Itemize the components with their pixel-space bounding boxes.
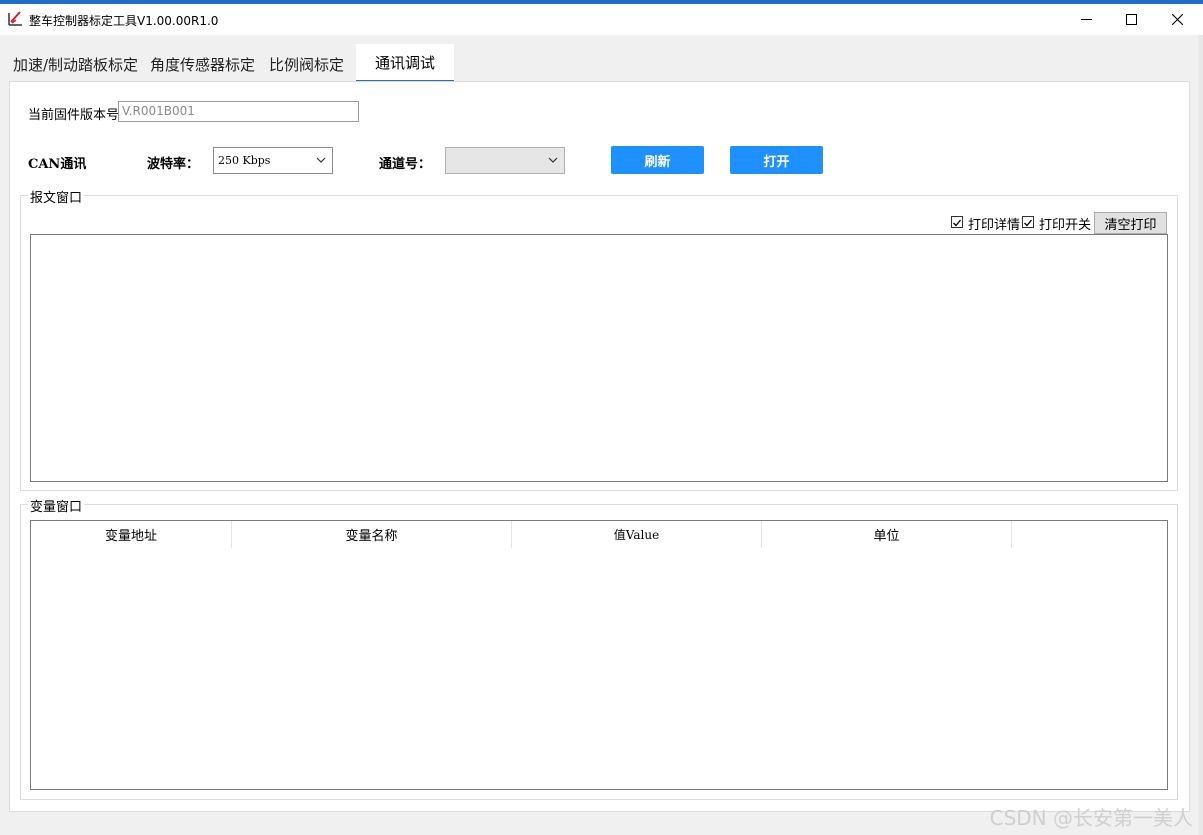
channel-label: 通道号： (379, 157, 432, 172)
close-button[interactable] (1154, 4, 1200, 35)
column-header-unit[interactable]: 单位 (762, 521, 1012, 548)
print-switch-label: 打印开关 (1039, 218, 1092, 233)
open-button[interactable]: 打开 (730, 146, 823, 174)
clear-print-button[interactable]: 清空打印 (1094, 212, 1167, 234)
baud-rate-select[interactable]: 250 Kbps (213, 147, 333, 174)
chevron-down-icon (316, 157, 326, 163)
tab-bar: 加速/制动踏板标定 角度传感器标定 比例阀标定 通讯调试 (0, 35, 1203, 82)
tab-proportional-valve-calibration[interactable]: 比例阀标定 (269, 54, 344, 75)
tab-pedal-calibration[interactable]: 加速/制动踏板标定 (13, 54, 138, 75)
tab-communication-debug[interactable]: 通讯调试 (356, 44, 454, 82)
title-bar: 整车控制器标定工具V1.00.00R1.0 (0, 4, 1203, 35)
column-header-variable-name[interactable]: 变量名称 (232, 521, 512, 548)
baud-rate-value: 250 Kbps (218, 154, 271, 167)
firmware-version-label: 当前固件版本号 (28, 108, 120, 123)
print-detail-checkbox[interactable] (951, 216, 963, 228)
checkmark-icon (953, 219, 962, 227)
column-header-variable-address[interactable]: 变量地址 (31, 521, 232, 548)
channel-select[interactable] (445, 147, 565, 174)
baud-rate-label: 波特率： (147, 157, 200, 172)
firmware-version-field[interactable]: V.R001B001 (118, 101, 359, 122)
minimize-button[interactable] (1063, 4, 1109, 35)
can-section-label: CAN通讯 (28, 157, 87, 172)
message-window-title: 报文窗口 (28, 187, 85, 206)
watermark-text: CSDN @长安第一美人 (989, 806, 1193, 830)
window-title: 整车控制器标定工具V1.00.00R1.0 (29, 14, 219, 28)
variable-table[interactable]: 变量地址 变量名称 值Value 单位 (30, 520, 1168, 790)
tab-angle-sensor-calibration[interactable]: 角度传感器标定 (150, 54, 255, 75)
maximize-button[interactable] (1108, 4, 1154, 35)
window-right-edge (1198, 35, 1203, 835)
message-log-textarea[interactable] (30, 234, 1168, 482)
column-header-empty[interactable] (1012, 521, 1167, 548)
chevron-down-icon (548, 157, 558, 163)
print-switch-checkbox[interactable] (1022, 216, 1034, 228)
refresh-button[interactable]: 刷新 (611, 146, 704, 174)
column-header-value[interactable]: 值Value (512, 521, 762, 548)
checkmark-icon (1024, 219, 1033, 227)
print-detail-label: 打印详情 (968, 218, 1021, 233)
app-logo-icon (7, 10, 24, 27)
variable-window-title: 变量窗口 (28, 496, 85, 515)
